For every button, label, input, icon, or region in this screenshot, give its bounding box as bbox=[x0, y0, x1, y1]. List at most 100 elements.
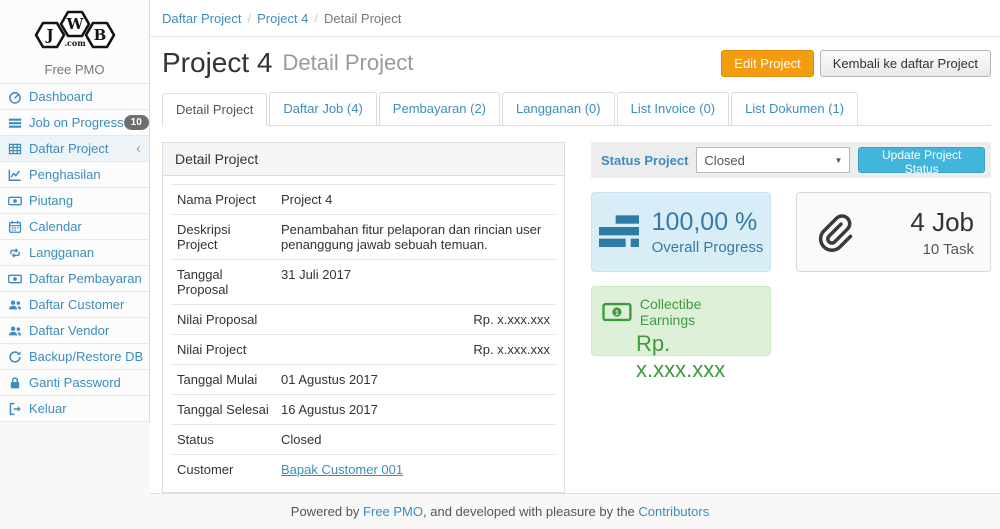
row-value: Bapak Customer 001 bbox=[275, 455, 556, 485]
retweet-icon bbox=[8, 246, 25, 260]
summary-cards: 100,00 % Overall Progress 4 Job 10 Task bbox=[591, 192, 991, 272]
tab-list-invoice-0[interactable]: List Invoice (0) bbox=[617, 92, 730, 125]
breadcrumb-separator: / bbox=[314, 11, 318, 26]
contributors-link[interactable]: Contributors bbox=[638, 504, 709, 519]
table-row: Tanggal Selesai16 Agustus 2017 bbox=[171, 395, 556, 425]
sidebar-item-label: Keluar bbox=[29, 401, 67, 416]
users-icon bbox=[8, 324, 25, 338]
footer-text: , and developed with pleasure by the bbox=[423, 504, 638, 519]
collectible-earnings-card: 1 Collectibe Earnings Rp. x.xxx.xxx bbox=[591, 286, 771, 356]
sidebar-item-ganti-password[interactable]: Ganti Password bbox=[0, 370, 149, 396]
main-content: Daftar Project / Project 4 / Detail Project … bbox=[150, 0, 1000, 494]
tab-daftar-job-4[interactable]: Daftar Job (4) bbox=[269, 92, 376, 125]
sidebar-item-label: Dashboard bbox=[29, 89, 93, 104]
app-root: J W B .com Free PMO Dashboard Job on Prog… bbox=[0, 0, 1000, 494]
right-column: Status Project Closed ▼ Update Project S… bbox=[591, 142, 991, 493]
sidebar-item-langganan[interactable]: Langganan bbox=[0, 240, 149, 266]
edit-project-button[interactable]: Edit Project bbox=[721, 50, 813, 77]
jwb-hexagon-logo-icon: J W B .com bbox=[29, 8, 121, 52]
paperclip-icon bbox=[813, 210, 853, 254]
app-name: Free PMO bbox=[0, 62, 149, 77]
tab-list-dokumen-1[interactable]: List Dokumen (1) bbox=[731, 92, 858, 125]
table-row: Tanggal Proposal31 Juli 2017 bbox=[171, 260, 556, 305]
sidebar-item-daftar-vendor[interactable]: Daftar Vendor bbox=[0, 318, 149, 344]
sidebar-item-daftar-pembayaran[interactable]: Daftar Pembayaran bbox=[0, 266, 149, 292]
footer-text: Powered by bbox=[291, 504, 363, 519]
table-row: Nama ProjectProject 4 bbox=[171, 185, 556, 215]
sidebar-item-label: Daftar Pembayaran bbox=[29, 271, 142, 286]
row-value: 31 Juli 2017 bbox=[275, 260, 556, 305]
money-icon: 1 bbox=[602, 302, 632, 322]
app-logo[interactable]: J W B .com Free PMO bbox=[0, 0, 149, 83]
status-project-select[interactable]: Closed ▼ bbox=[696, 147, 850, 173]
sidebar-item-label: Piutang bbox=[29, 193, 73, 208]
row-label: Nilai Proposal bbox=[171, 305, 275, 335]
table-row: StatusClosed bbox=[171, 425, 556, 455]
tab-detail-project[interactable]: Detail Project bbox=[162, 93, 267, 126]
breadcrumb-link-daftar-project[interactable]: Daftar Project bbox=[162, 11, 241, 26]
row-value: Closed bbox=[275, 425, 556, 455]
sidebar-item-daftar-project[interactable]: Daftar Project‹ bbox=[0, 136, 149, 162]
row-label: Tanggal Selesai bbox=[171, 395, 275, 425]
sidebar-item-label: Penghasilan bbox=[29, 167, 101, 182]
project-detail-table: Nama ProjectProject 4Deskripsi ProjectPe… bbox=[171, 184, 556, 484]
sidebar-item-backup-restore-db[interactable]: Backup/Restore DB bbox=[0, 344, 149, 370]
breadcrumb-separator: / bbox=[247, 11, 251, 26]
svg-text:1: 1 bbox=[615, 310, 619, 317]
page-header: Project 4 Detail Project Edit Project Ke… bbox=[150, 37, 1000, 79]
sidebar-item-label: Backup/Restore DB bbox=[29, 349, 143, 364]
back-to-project-list-button[interactable]: Kembali ke daftar Project bbox=[820, 50, 991, 77]
users-icon bbox=[8, 298, 25, 312]
chart-line-icon bbox=[8, 168, 25, 182]
breadcrumb-link-project-4[interactable]: Project 4 bbox=[257, 11, 308, 26]
row-label: Customer bbox=[171, 455, 275, 485]
update-project-status-button[interactable]: Update Project Status bbox=[858, 147, 985, 173]
task-count-value: 10 Task bbox=[910, 241, 974, 258]
sidebar: J W B .com Free PMO Dashboard Job on Prog… bbox=[0, 0, 150, 422]
row-label: Nama Project bbox=[171, 185, 275, 215]
table-row: Customer Bapak Customer 001 bbox=[171, 455, 556, 485]
sidebar-item-job-on-progress[interactable]: Job on Progress10 bbox=[0, 110, 149, 136]
sidebar-item-label: Langganan bbox=[29, 245, 94, 260]
status-selected-value: Closed bbox=[704, 153, 744, 168]
row-value: Rp. x.xxx.xxx bbox=[275, 305, 556, 335]
tab-langganan-0[interactable]: Langganan (0) bbox=[502, 92, 615, 125]
page-title: Project 4 bbox=[162, 47, 273, 79]
free-pmo-link[interactable]: Free PMO bbox=[363, 504, 423, 519]
svg-text:B: B bbox=[93, 26, 106, 44]
panel-title: Detail Project bbox=[163, 143, 564, 176]
row-label: Tanggal Proposal bbox=[171, 260, 275, 305]
svg-text:J: J bbox=[44, 26, 53, 44]
sidebar-item-dashboard[interactable]: Dashboard bbox=[0, 84, 149, 110]
detail-project-panel: Detail Project Nama ProjectProject 4Desk… bbox=[162, 142, 565, 493]
sidebar-item-label: Daftar Vendor bbox=[29, 323, 109, 338]
table-row: Nilai ProjectRp. x.xxx.xxx bbox=[171, 335, 556, 365]
sidebar-item-daftar-customer[interactable]: Daftar Customer bbox=[0, 292, 149, 318]
caret-down-icon: ▼ bbox=[834, 156, 842, 165]
dashboard-icon bbox=[8, 90, 25, 104]
svg-text:.com: .com bbox=[64, 38, 86, 48]
row-value: 01 Agustus 2017 bbox=[275, 365, 556, 395]
sidebar-item-label: Daftar Customer bbox=[29, 297, 124, 312]
row-value: Rp. x.xxx.xxx bbox=[275, 335, 556, 365]
table-row: Deskripsi ProjectPenambahan fitur pelapo… bbox=[171, 215, 556, 260]
table-row: Nilai ProposalRp. x.xxx.xxx bbox=[171, 305, 556, 335]
sidebar-item-penghasilan[interactable]: Penghasilan bbox=[0, 162, 149, 188]
status-project-label: Status Project bbox=[601, 153, 688, 168]
row-label: Deskripsi Project bbox=[171, 215, 275, 260]
row-label: Tanggal Mulai bbox=[171, 365, 275, 395]
earnings-label: Collectibe Earnings bbox=[640, 296, 760, 328]
project-tabs: Detail ProjectDaftar Job (4)Pembayaran (… bbox=[162, 92, 991, 126]
sidebar-item-piutang[interactable]: Piutang bbox=[0, 188, 149, 214]
tasks-icon bbox=[599, 215, 639, 249]
sidebar-item-label: Job on Progress bbox=[29, 115, 124, 130]
sidebar-item-keluar[interactable]: Keluar bbox=[0, 396, 149, 422]
sidebar-item-label: Calendar bbox=[29, 219, 82, 234]
progress-label: Overall Progress bbox=[652, 239, 764, 256]
sidebar-item-calendar[interactable]: Calendar bbox=[0, 214, 149, 240]
page-subtitle: Detail Project bbox=[283, 50, 414, 76]
tasks-icon bbox=[8, 116, 25, 130]
tab-pembayaran-2[interactable]: Pembayaran (2) bbox=[379, 92, 500, 125]
row-value: Project 4 bbox=[275, 185, 556, 215]
customer-link[interactable]: Bapak Customer 001 bbox=[281, 462, 403, 477]
